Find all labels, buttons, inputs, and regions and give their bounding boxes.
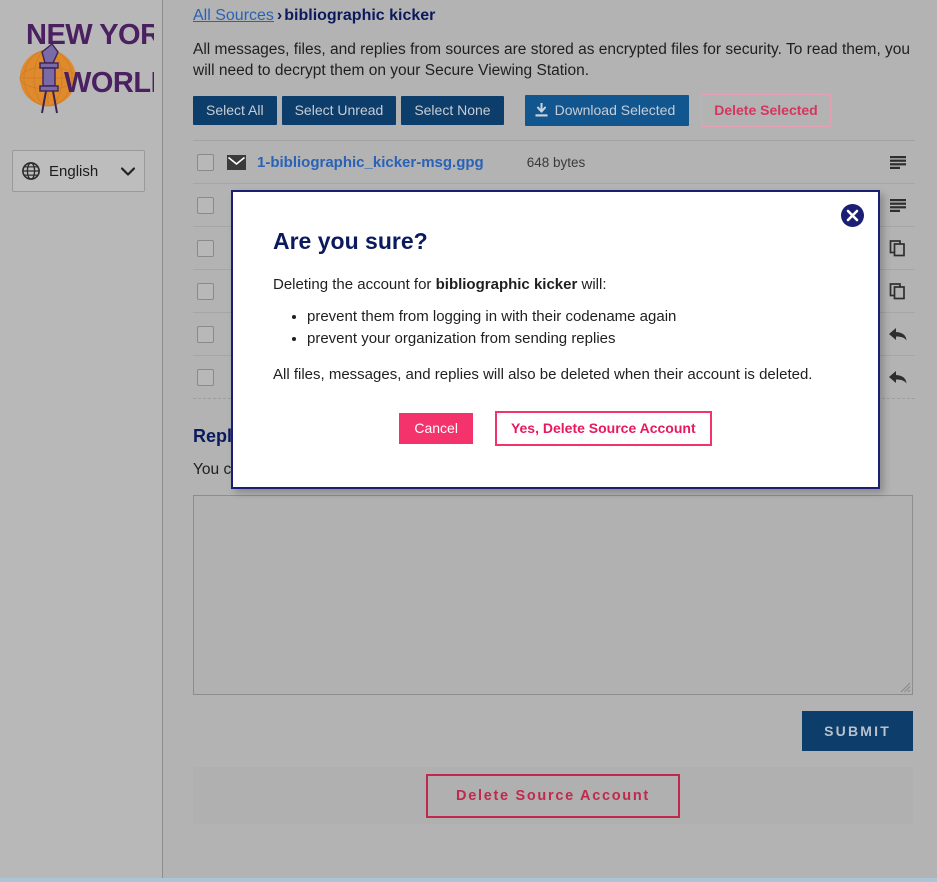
list-item: prevent your organization from sending r…	[307, 329, 878, 348]
delete-source-account-button[interactable]: Delete Source Account	[426, 773, 680, 818]
modal-note: All files, messages, and replies will al…	[273, 366, 813, 383]
download-icon	[535, 103, 548, 117]
row-checkbox[interactable]	[197, 196, 214, 214]
select-all-button[interactable]: Select All	[193, 96, 277, 125]
select-none-button[interactable]: Select None	[401, 96, 504, 125]
cancel-button[interactable]: Cancel	[399, 413, 473, 444]
language-label: English	[49, 162, 99, 180]
document-copy-icon[interactable]	[887, 281, 909, 301]
logo-line1: NEW YORK	[26, 19, 154, 51]
download-selected-label: Download Selected	[554, 102, 676, 118]
table-row[interactable]: 1-bibliographic_kicker-msg.gpg 648 bytes	[193, 141, 915, 184]
breadcrumb-current: bibliographic kicker	[284, 7, 436, 24]
document-name[interactable]: 1-bibliographic_kicker-msg.gpg	[257, 154, 484, 171]
modal-actions: Cancel Yes, Delete Source Account	[233, 411, 878, 446]
delete-selected-button[interactable]: Delete Selected	[701, 94, 831, 127]
confirm-delete-modal: Are you sure? Deleting the account for b…	[231, 190, 880, 489]
globe-icon	[22, 162, 40, 180]
selection-toolbar: Select All Select Unread Select None Dow…	[193, 94, 915, 127]
document-size: 648 bytes	[526, 154, 586, 170]
select-unread-button[interactable]: Select Unread	[281, 96, 397, 125]
breadcrumb-separator-icon: ›	[276, 7, 283, 24]
page-root: NEW YORK WORLD English All Sources›bibli…	[0, 0, 937, 882]
language-selector[interactable]: English	[12, 150, 145, 192]
reply-arrow-icon[interactable]	[887, 324, 909, 344]
mail-icon	[227, 154, 246, 170]
delete-account-panel: Delete Source Account	[193, 767, 913, 824]
confirm-delete-button[interactable]: Yes, Delete Source Account	[494, 411, 712, 446]
row-checkbox[interactable]	[197, 282, 214, 300]
modal-lead-suffix: will:	[577, 276, 607, 293]
message-lines-icon[interactable]	[887, 152, 909, 172]
row-checkbox[interactable]	[197, 325, 214, 343]
sidebar: NEW YORK WORLD English	[0, 0, 163, 882]
submit-button[interactable]: SUBMIT	[802, 711, 913, 751]
breadcrumb: All Sources › bibliographic kicker	[193, 0, 915, 26]
message-lines-icon[interactable]	[887, 195, 909, 215]
list-item: prevent them from logging in with their …	[307, 307, 878, 326]
document-copy-icon[interactable]	[887, 238, 909, 258]
modal-consequences-list: prevent them from logging in with their …	[233, 307, 878, 348]
site-logo[interactable]: NEW YORK WORLD	[12, 14, 154, 114]
torch-globe-icon: NEW YORK WORLD	[19, 19, 154, 114]
close-icon[interactable]	[841, 204, 864, 227]
modal-lead-prefix: Deleting the account for	[273, 276, 436, 293]
bottom-strip	[0, 878, 937, 882]
row-checkbox[interactable]	[197, 153, 214, 171]
logo-line2: WORLD	[64, 67, 154, 99]
download-selected-button[interactable]: Download Selected	[524, 95, 690, 126]
reply-arrow-icon[interactable]	[887, 367, 909, 387]
row-checkbox[interactable]	[197, 368, 214, 386]
modal-source-codename: bibliographic kicker	[435, 276, 578, 293]
chevron-down-icon	[121, 166, 135, 176]
modal-lead-text: Deleting the account for bibliographic k…	[273, 276, 878, 293]
modal-title: Are you sure?	[273, 228, 428, 254]
intro-text: All messages, files, and replies from so…	[193, 41, 911, 79]
submit-row: SUBMIT	[193, 711, 913, 751]
row-checkbox[interactable]	[197, 239, 214, 257]
breadcrumb-all-sources[interactable]: All Sources	[193, 7, 274, 24]
reply-textarea[interactable]	[193, 495, 913, 695]
